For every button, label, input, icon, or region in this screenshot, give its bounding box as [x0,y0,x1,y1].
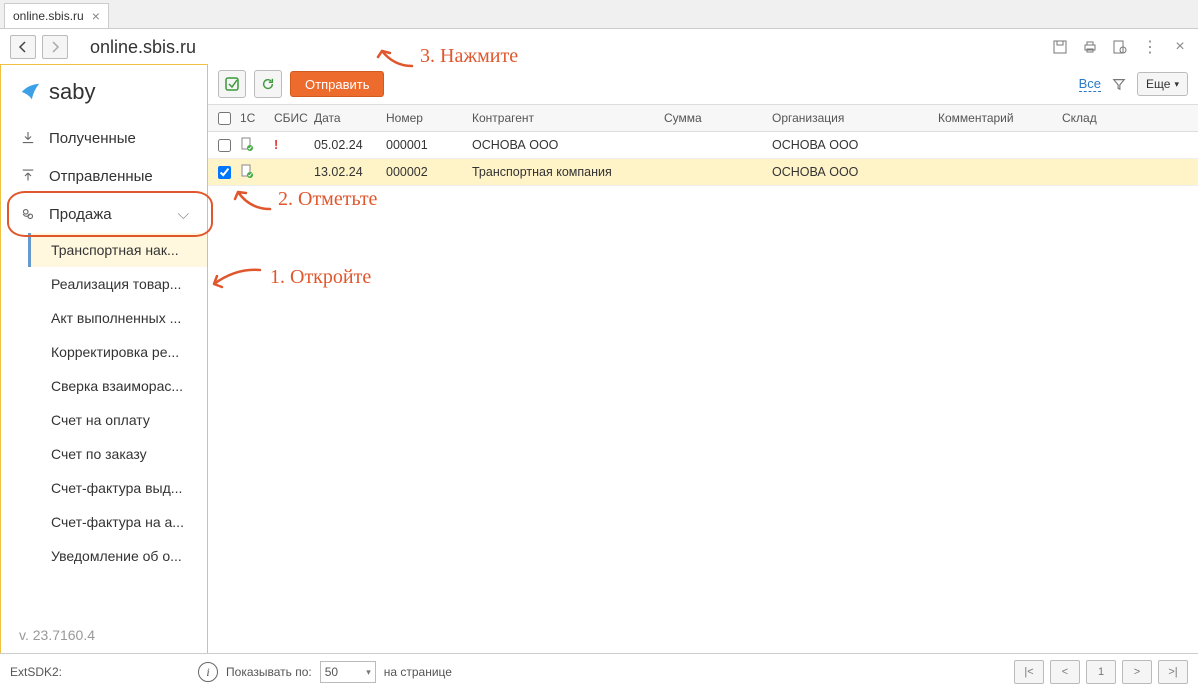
funnel-icon[interactable] [1111,76,1127,92]
page-prev-button[interactable]: < [1050,660,1080,684]
cell-date: 05.02.24 [314,138,386,152]
menu-dots-icon[interactable]: ⋮ [1142,39,1158,55]
grid-header: 1С СБИС Дата Номер Контрагент Сумма Орга… [208,105,1198,132]
sale-icon [19,205,37,223]
sidebar: saby Полученные Отправленные Продажа ⌵ Т… [0,64,208,654]
col-contr[interactable]: Контрагент [472,111,664,125]
doc-status-icon [240,137,254,151]
cell-date: 13.02.24 [314,165,386,179]
version-label: v. 23.7160.4 [1,617,207,653]
sale-sub-item[interactable]: Транспортная нак... [28,233,207,267]
col-date[interactable]: Дата [314,111,386,125]
print-icon[interactable] [1082,39,1098,55]
cell-org: ОСНОВА ООО [772,165,938,179]
annotation-text: 1. Откройте [270,266,371,289]
chevron-down-icon: ⌵ [178,206,189,223]
sale-sub-item[interactable]: Акт выполненных ... [31,301,207,335]
col-sum[interactable]: Сумма [664,111,772,125]
sidebar-item-received[interactable]: Полученные [1,119,207,157]
brand-name: saby [49,79,95,105]
download-icon [19,129,37,147]
cell-num: 000001 [386,138,472,152]
tab-title: online.sbis.ru [13,9,84,23]
sdk-label: ExtSDK2: [10,665,62,679]
col-org[interactable]: Организация [772,111,938,125]
sale-sub-item[interactable]: Счет-фактура на а... [31,505,207,539]
col-sbis[interactable]: СБИС [274,111,314,125]
toolbar: Отправить Все Еще ▾ [208,64,1198,105]
cell-num: 000002 [386,165,472,179]
sale-sub-item[interactable]: Реализация товар... [31,267,207,301]
per-page-value: 50 [325,665,338,679]
forward-button[interactable] [42,35,68,59]
alert-icon: ! [274,138,278,152]
refresh-button[interactable] [254,70,282,98]
page-next-button[interactable]: > [1122,660,1152,684]
content-area: Отправить Все Еще ▾ 1С СБИС Дата Номер К… [208,64,1198,654]
row-checkbox[interactable] [218,166,231,179]
page-last-button[interactable]: >| [1158,660,1188,684]
table-row[interactable]: !05.02.24000001ОСНОВА ООООСНОВА ООО [208,132,1198,159]
sidebar-item-label: Отправленные [49,168,153,185]
cell-contragent: ОСНОВА ООО [472,138,664,152]
close-window-icon[interactable]: × [1172,39,1188,55]
show-per-label: Показывать по: [226,665,312,679]
filter-all-link[interactable]: Все [1079,76,1101,92]
more-label: Еще [1146,77,1170,91]
tab-close-icon[interactable]: × [92,8,100,24]
export-button[interactable] [218,70,246,98]
browser-tab[interactable]: online.sbis.ru × [4,3,109,28]
brand-logo: saby [1,65,207,119]
save-icon[interactable] [1052,39,1068,55]
more-button[interactable]: Еще ▾ [1137,72,1188,96]
upload-icon [19,167,37,185]
status-bar: ExtSDK2: i Показывать по: 50 ▾ на страни… [0,653,1198,690]
per-page-select[interactable]: 50 ▾ [320,661,376,683]
preview-icon[interactable] [1112,39,1128,55]
info-icon[interactable]: i [198,662,218,682]
sidebar-item-sale[interactable]: Продажа ⌵ [1,195,207,233]
url-text: online.sbis.ru [90,37,196,58]
chevron-down-icon: ▾ [366,667,371,678]
chevron-down-icon: ▾ [1174,79,1179,90]
cell-org: ОСНОВА ООО [772,138,938,152]
sidebar-item-sent[interactable]: Отправленные [1,157,207,195]
col-num[interactable]: Номер [386,111,472,125]
col-comm[interactable]: Комментарий [938,111,1062,125]
doc-status-icon [240,164,254,178]
browser-tab-bar: online.sbis.ru × [0,0,1198,29]
table-row[interactable]: 13.02.24000002Транспортная компания ОСНОВ… [208,159,1198,186]
annotation-mark: 2. Отметьте [232,184,377,214]
on-page-label: на странице [384,665,452,679]
row-checkbox[interactable] [218,139,231,152]
sale-sub-item[interactable]: Счет-фактура выд... [31,471,207,505]
sale-sub-item[interactable]: Счет по заказу [31,437,207,471]
cell-contragent: Транспортная компания [472,165,664,179]
page-current[interactable]: 1 [1086,660,1116,684]
sale-sub-item[interactable]: Счет на оплату [31,403,207,437]
address-bar: online.sbis.ru ⋮ × [0,29,1198,65]
annotation-open: 1. Откройте [208,262,371,292]
grid-body: !05.02.24000001ОСНОВА ООООСНОВА ООО13.02… [208,132,1198,186]
sale-sub-item[interactable]: Корректировка ре... [31,335,207,369]
page-first-button[interactable]: |< [1014,660,1044,684]
annotation-text: 2. Отметьте [278,188,377,211]
sale-sub-item[interactable]: Уведомление об о... [31,539,207,573]
sidebar-item-label: Полученные [49,130,136,147]
send-button[interactable]: Отправить [290,71,384,97]
sale-submenu: Транспортная нак... Реализация товар... … [31,233,207,573]
sale-sub-item[interactable]: Сверка взаиморас... [31,369,207,403]
back-button[interactable] [10,35,36,59]
col-1c[interactable]: 1С [240,111,274,125]
sidebar-item-label: Продажа [49,206,112,223]
saby-bird-icon [19,81,41,103]
select-all-checkbox[interactable] [218,112,231,125]
col-skl[interactable]: Склад [1062,111,1198,125]
